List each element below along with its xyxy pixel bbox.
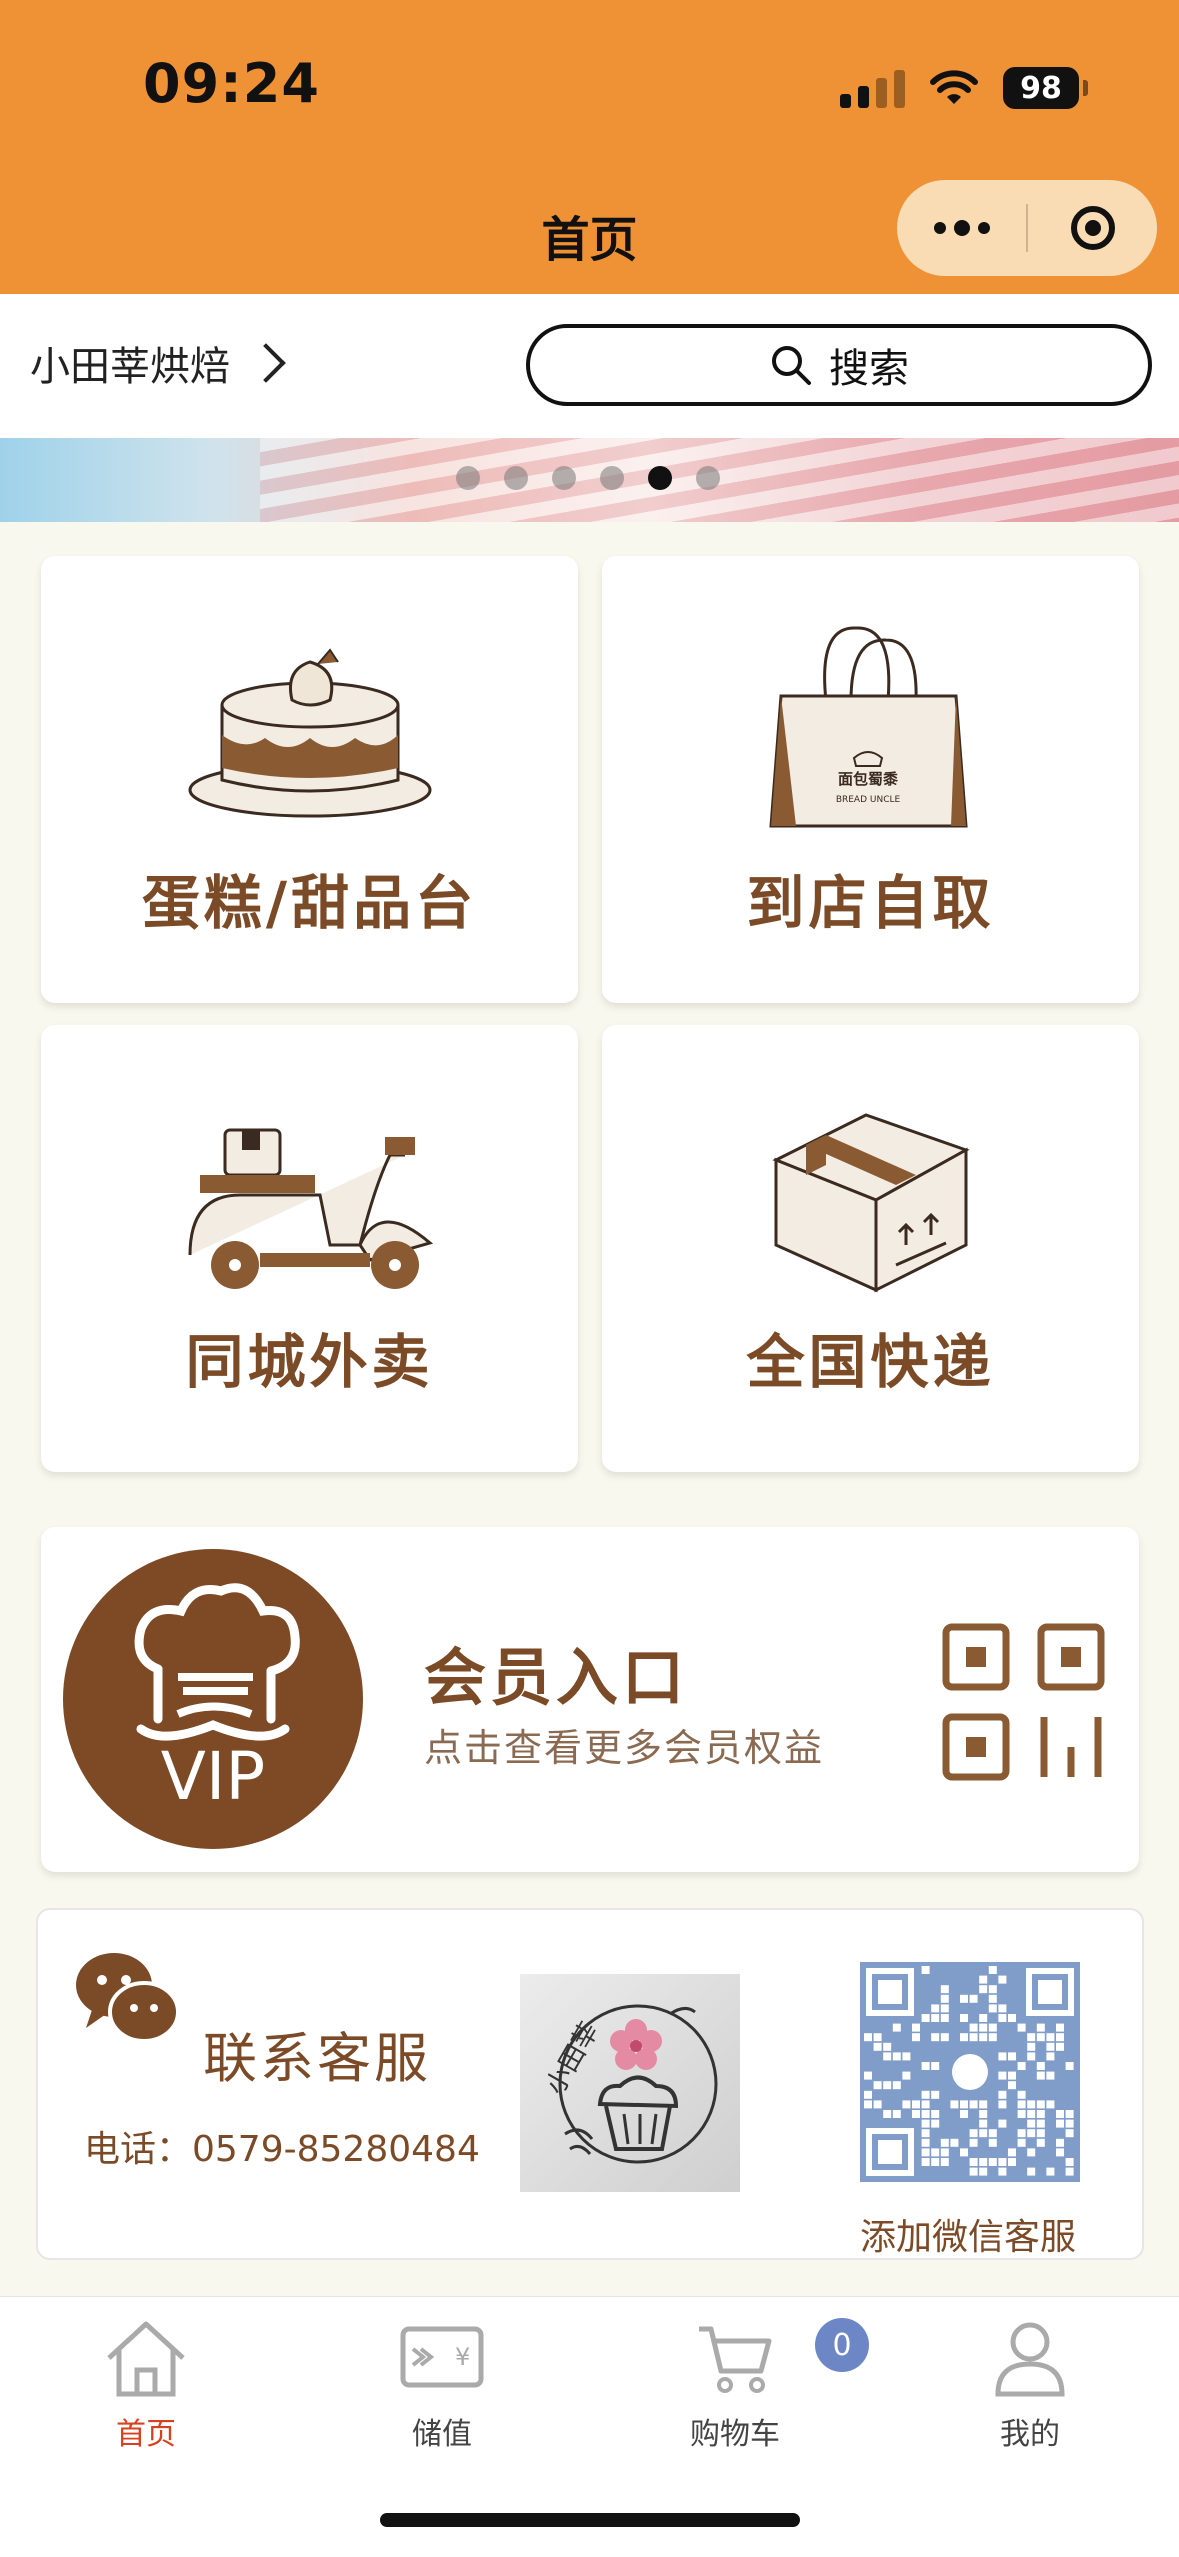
profile-icon: [995, 2322, 1065, 2397]
brand-logo-text: 小田莘: [540, 2017, 605, 2100]
wallet-card-icon: ¥: [400, 2326, 484, 2388]
miniprogram-capsule: [897, 180, 1157, 276]
tab-label: 我的: [1000, 2417, 1060, 2452]
tab-label: 首页: [116, 2417, 176, 2452]
cart-count-badge: 0: [815, 2318, 869, 2372]
contact-card: 联系客服 电话：0579-85280484 小田莘 添加微信客服: [36, 1908, 1144, 2260]
qr-code-image: [864, 1966, 1074, 2176]
wechat-icon: [76, 1953, 180, 2043]
chevron-right-icon: [246, 343, 286, 383]
shop-selector[interactable]: 小田莘烘焙: [30, 334, 286, 392]
carousel-dot: [552, 466, 576, 490]
contact-phone[interactable]: 电话：0579-85280484: [84, 2120, 480, 2172]
member-entry-card[interactable]: VIP 会员入口 点击查看更多会员权益: [41, 1527, 1139, 1872]
tile-store-pickup[interactable]: 面包蜀黍 BREAD UNCLE 到店自取: [602, 556, 1139, 1003]
tile-label: 全国快递: [746, 1328, 995, 1396]
wechat-qr-code[interactable]: [860, 1962, 1080, 2182]
cart-icon: [699, 2326, 772, 2393]
search-label: 搜索: [829, 346, 909, 392]
status-icons: 98: [840, 60, 1088, 116]
package-box-icon: [771, 1113, 970, 1293]
carousel-dot: [648, 466, 672, 490]
home-indicator: [380, 2513, 800, 2527]
tile-cake-dessert[interactable]: 蛋糕/甜品台: [41, 556, 578, 1003]
top-bar: 09:24 98 首页: [0, 0, 1179, 294]
tab-profile[interactable]: 我的: [930, 2313, 1130, 2453]
status-time: 09:24: [143, 52, 320, 115]
cake-icon: [188, 648, 431, 818]
vip-badge: VIP: [63, 1549, 363, 1849]
member-subtitle: 点击查看更多会员权益: [424, 1726, 825, 1770]
brand-logo: 小田莘: [520, 1974, 740, 2192]
svg-text:¥: ¥: [455, 2343, 470, 2371]
contact-title: 联系客服: [203, 2027, 431, 2090]
tile-local-delivery[interactable]: 同城外卖: [41, 1025, 578, 1472]
vip-badge-label: VIP: [161, 1738, 265, 1815]
carousel-indicators: [456, 466, 720, 490]
shop-bar: 小田莘烘焙 搜索: [0, 294, 1179, 438]
tab-label: 储值: [412, 2417, 472, 2452]
chef-mascot-icon: VIP: [134, 1583, 300, 1815]
qr-code-icon: [942, 1623, 1105, 1781]
tab-home[interactable]: 首页: [46, 2313, 246, 2453]
tab-label: 购物车: [690, 2417, 780, 2452]
home-icon: [107, 2321, 185, 2397]
bag-brand-name: 面包蜀黍: [837, 770, 898, 788]
more-menu-button[interactable]: [897, 180, 1026, 276]
tile-label: 同城外卖: [185, 1328, 434, 1396]
shopping-bag-icon: 面包蜀黍 BREAD UNCLE: [768, 626, 968, 828]
tab-stored-value[interactable]: ¥ 储值: [342, 2313, 542, 2453]
carousel-dot: [600, 466, 624, 490]
carousel-dot: [504, 466, 528, 490]
search-button[interactable]: 搜索: [526, 324, 1152, 406]
member-title: 会员入口: [424, 1641, 689, 1714]
battery-icon: 98: [1003, 67, 1088, 109]
tile-label: 到店自取: [746, 869, 995, 937]
battery-level: 98: [1020, 70, 1062, 106]
carousel-dot: [456, 466, 480, 490]
search-icon: [772, 346, 811, 385]
carousel-dot: [696, 466, 720, 490]
cellular-signal-icon: [840, 68, 905, 108]
tile-national-express[interactable]: 全国快递: [602, 1025, 1139, 1472]
tile-label: 蛋糕/甜品台: [141, 869, 478, 937]
wifi-icon: [930, 70, 978, 104]
shop-name: 小田莘烘焙: [30, 344, 230, 390]
close-miniprogram-button[interactable]: [1028, 180, 1157, 276]
scooter-icon: [188, 1128, 433, 1289]
tab-cart[interactable]: 购物车: [635, 2313, 835, 2453]
bag-brand-subtitle: BREAD UNCLE: [835, 795, 900, 805]
qr-caption: 添加微信客服: [859, 2217, 1076, 2258]
target-icon: [1070, 206, 1115, 250]
